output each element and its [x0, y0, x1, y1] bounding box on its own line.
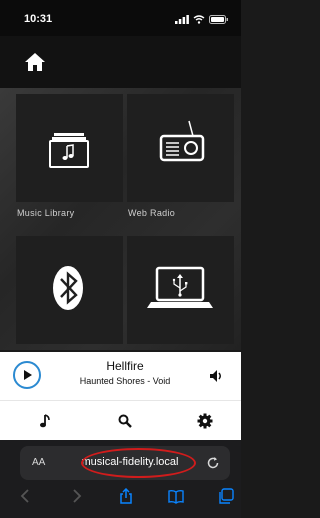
gear-icon[interactable]	[197, 413, 213, 429]
bluetooth-icon	[53, 266, 83, 310]
forward-icon[interactable]	[68, 488, 84, 504]
tile-label-music-library: Music Library	[17, 208, 75, 218]
play-button[interactable]	[13, 361, 41, 389]
bookmarks-icon[interactable]	[168, 488, 184, 504]
battery-icon	[209, 15, 228, 24]
source-grid: Music Library Web Radio	[0, 88, 241, 350]
tile-music-library[interactable]	[16, 94, 123, 202]
signal-icon	[175, 15, 189, 24]
annotation-circle	[81, 448, 196, 478]
status-bar: 10:31	[0, 0, 241, 36]
tile-web-radio[interactable]	[127, 94, 234, 202]
music-note-icon[interactable]	[38, 413, 54, 429]
address-bar[interactable]: AA musical-fidelity.local	[20, 446, 230, 480]
now-playing-bar: Hellfire Haunted Shores - Void	[0, 352, 241, 400]
search-icon[interactable]	[117, 413, 133, 429]
app-nav-bar	[0, 400, 241, 441]
tile-label-web-radio: Web Radio	[128, 208, 176, 218]
usb-laptop-icon	[147, 266, 213, 308]
tile-bluetooth[interactable]	[16, 236, 123, 344]
volume-icon[interactable]	[208, 368, 224, 384]
status-time: 10:31	[24, 13, 53, 25]
share-icon[interactable]	[118, 488, 134, 504]
tabs-icon[interactable]	[218, 488, 234, 504]
play-icon	[24, 370, 32, 380]
text-size-button[interactable]: AA	[32, 457, 45, 468]
radio-icon	[159, 120, 205, 162]
tile-usb[interactable]	[127, 236, 234, 344]
wifi-icon	[193, 15, 205, 24]
track-artist-album: Haunted Shores - Void	[79, 376, 171, 386]
app-header	[0, 36, 241, 88]
home-icon[interactable]	[24, 52, 46, 72]
music-library-icon	[49, 133, 89, 168]
back-icon[interactable]	[18, 488, 34, 504]
track-title: Hellfire	[106, 359, 144, 373]
reload-icon[interactable]	[206, 456, 220, 470]
browser-chrome: AA musical-fidelity.local	[0, 440, 241, 518]
status-icons	[175, 15, 229, 24]
